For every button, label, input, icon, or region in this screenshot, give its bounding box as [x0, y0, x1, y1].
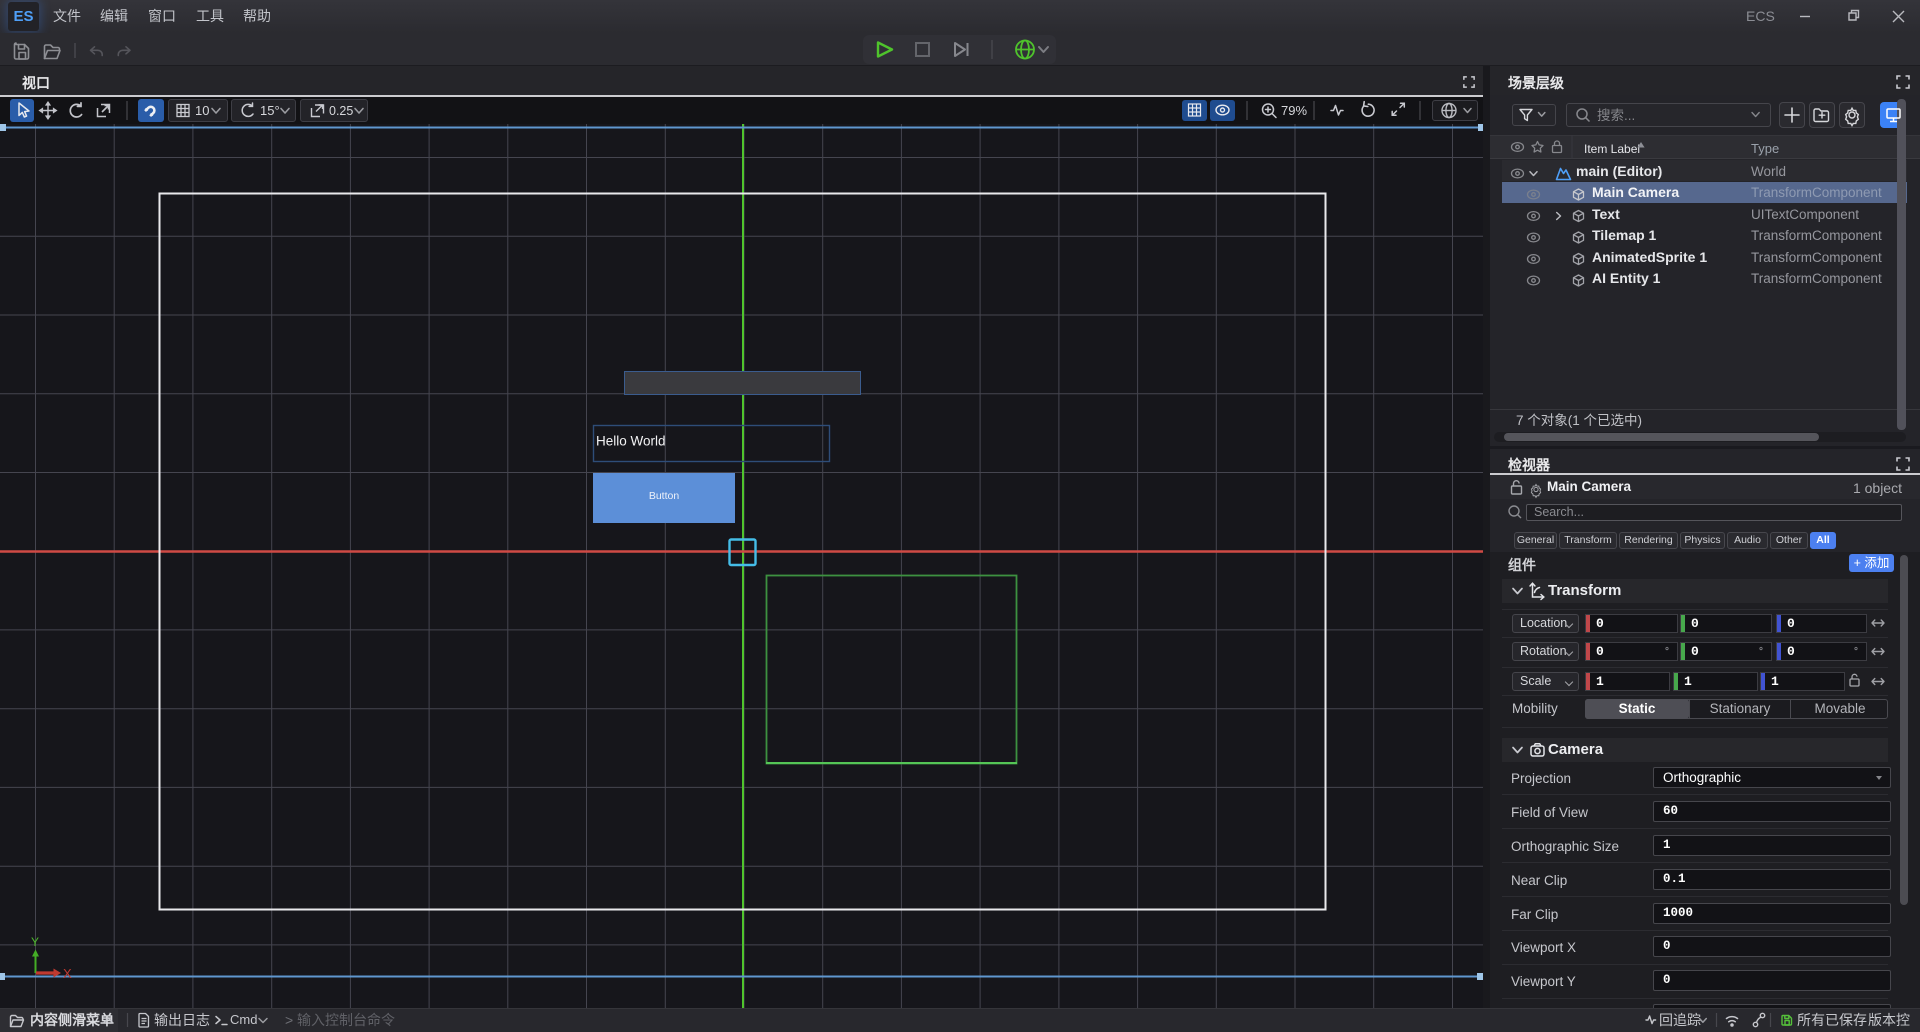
svg-text:10: 10 — [195, 103, 209, 118]
svg-text:Hello World: Hello World — [596, 434, 666, 449]
svg-text:X: X — [63, 966, 72, 981]
svg-text:15°: 15° — [260, 103, 280, 118]
svg-text:79%: 79% — [1281, 103, 1307, 118]
svg-text:Y: Y — [31, 935, 39, 949]
svg-text:搜索...: 搜索... — [1597, 108, 1635, 123]
svg-text:Button: Button — [649, 490, 680, 502]
svg-text:0.25: 0.25 — [329, 104, 353, 118]
